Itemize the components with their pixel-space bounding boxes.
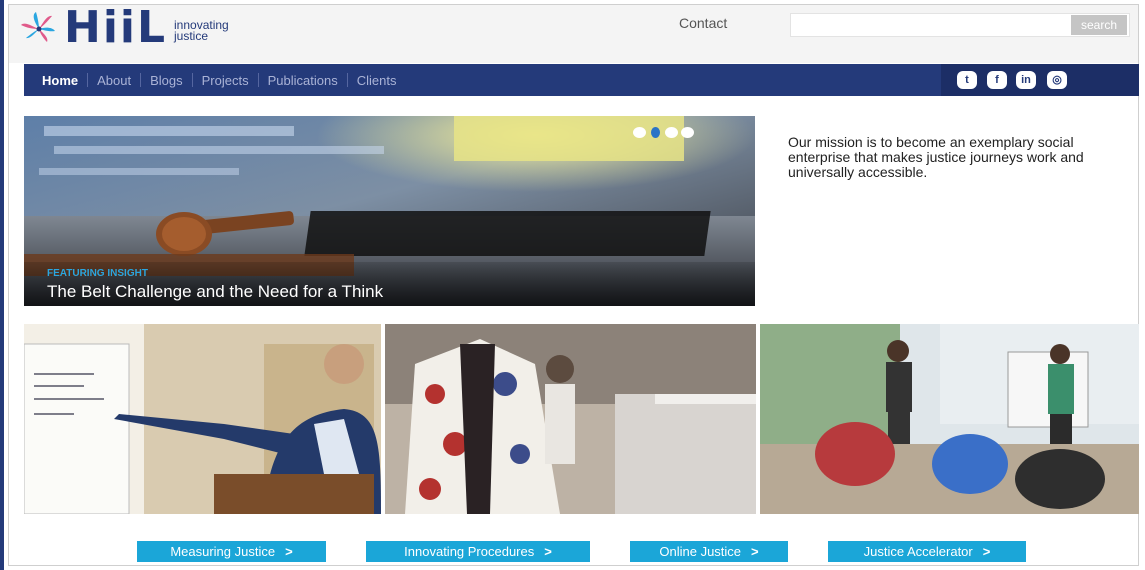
linkedin-icon[interactable]: in: [1016, 71, 1036, 89]
gallery-image-workshop[interactable]: [760, 324, 1139, 514]
social-links: t f in ◎: [941, 64, 1139, 96]
presenter-photo: [24, 324, 381, 514]
chevron-right-icon: >: [285, 544, 293, 559]
gallery-image-presenter[interactable]: [24, 324, 381, 514]
cta-label: Justice Accelerator: [863, 544, 973, 559]
cta-online-justice[interactable]: Online Justice >: [630, 541, 788, 562]
gallery-image-robe[interactable]: [385, 324, 756, 514]
twitter-icon[interactable]: t: [957, 71, 977, 89]
mission-statement: Our mission is to become an exemplary so…: [788, 134, 1084, 180]
carousel-dot[interactable]: [633, 127, 646, 138]
nav-item-home[interactable]: Home: [42, 73, 87, 88]
cta-justice-accelerator[interactable]: Justice Accelerator >: [828, 541, 1026, 562]
nav-item-publications[interactable]: Publications: [259, 73, 347, 88]
carousel-dots: [633, 127, 694, 138]
carousel-dot[interactable]: [665, 127, 678, 138]
hero-title[interactable]: The Belt Challenge and the Need for a Th…: [47, 282, 383, 302]
nav-item-clients[interactable]: Clients: [348, 73, 406, 88]
chevron-right-icon: >: [751, 544, 759, 559]
logo-tagline-line2: justice: [174, 29, 209, 43]
cta-measuring-justice[interactable]: Measuring Justice >: [137, 541, 326, 562]
carousel-dot-active[interactable]: [651, 127, 660, 138]
site-header: HiiL innovating justice Contact search: [9, 5, 1138, 63]
cta-innovating-procedures[interactable]: Innovating Procedures >: [366, 541, 590, 562]
hero-kicker: FEATURING INSIGHT: [47, 268, 148, 279]
cta-label: Innovating Procedures: [404, 544, 535, 559]
workshop-photo: [760, 324, 1139, 514]
search-button[interactable]: search: [1071, 15, 1127, 35]
chevron-right-icon: >: [982, 544, 991, 559]
nav-item-projects[interactable]: Projects: [193, 73, 258, 88]
cta-label: Online Justice: [659, 544, 742, 559]
nav-item-about[interactable]: About: [88, 73, 140, 88]
chevron-right-icon: >: [544, 544, 552, 559]
window-edge: [0, 0, 4, 570]
contact-link[interactable]: Contact: [679, 15, 727, 31]
robe-exhibit-photo: [385, 324, 756, 514]
logo-wordmark: HiiL: [64, 2, 168, 53]
cta-label: Measuring Justice: [170, 544, 276, 559]
logo-link[interactable]: HiiL innovating justice: [17, 5, 317, 57]
facebook-icon[interactable]: f: [987, 71, 1007, 89]
main-navbar: Home About Blogs Projects Publications C…: [24, 64, 1139, 96]
nav-menu: Home About Blogs Projects Publications C…: [42, 64, 405, 96]
nav-item-blogs[interactable]: Blogs: [141, 73, 192, 88]
instagram-icon[interactable]: ◎: [1047, 71, 1067, 89]
carousel-dot[interactable]: [681, 127, 694, 138]
